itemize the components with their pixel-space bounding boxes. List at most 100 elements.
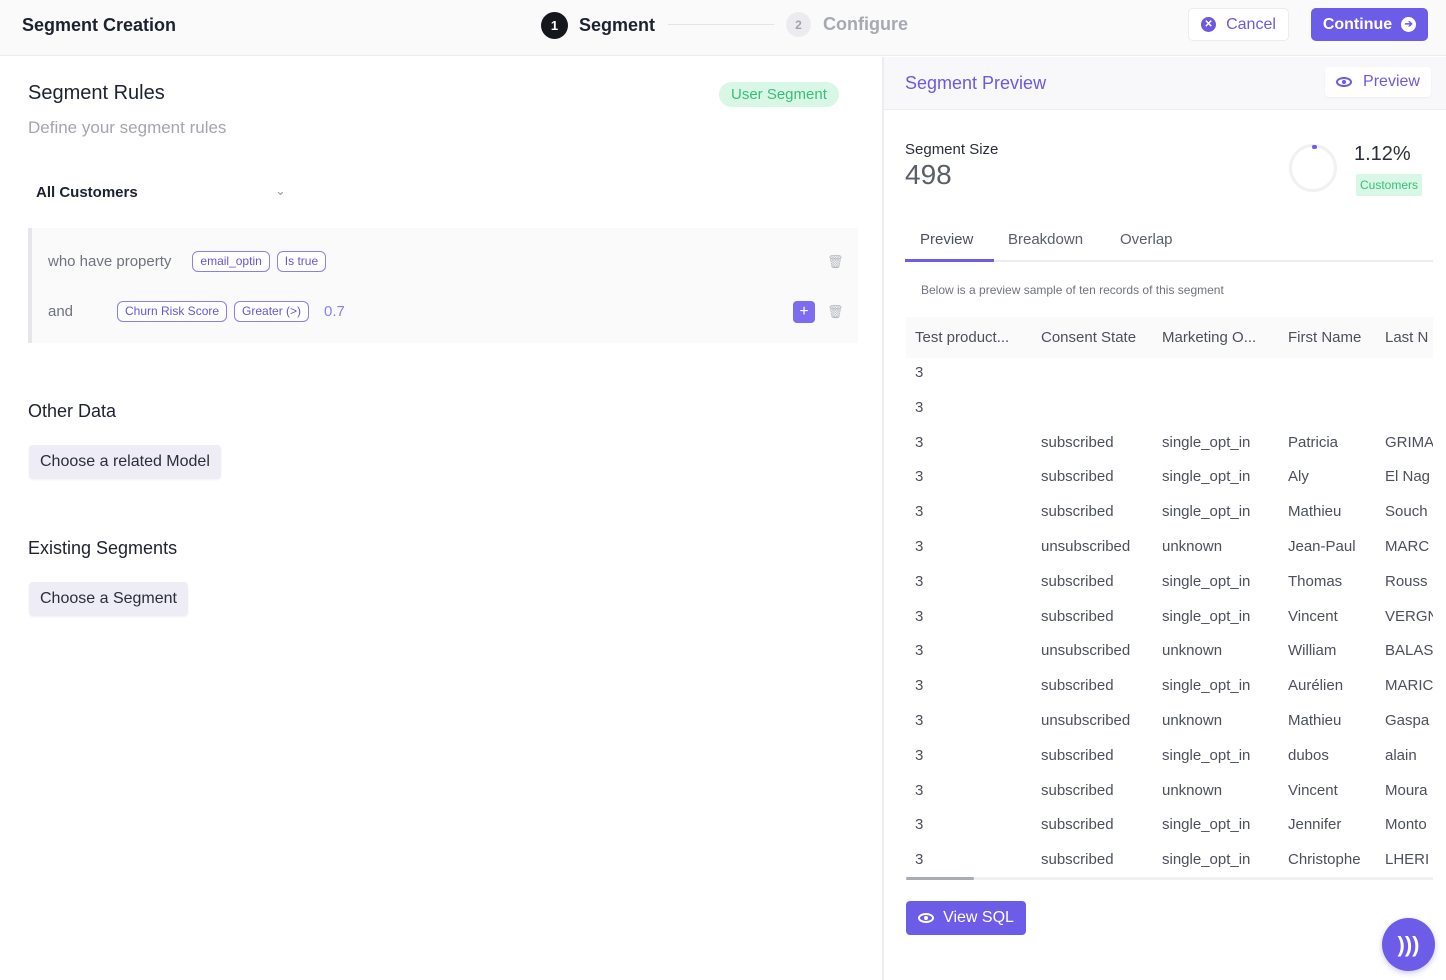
percent-ring-fill — [1312, 145, 1317, 149]
view-sql-label: View SQL — [943, 909, 1014, 926]
segment-type-badge: User Segment — [719, 82, 839, 107]
other-data-title: Other Data — [28, 401, 117, 421]
table-row[interactable]: 3 subscribed single_opt_in Thomas Rouss — [906, 567, 1433, 602]
chevron-down-icon[interactable]: ⌄ — [275, 183, 286, 199]
table-row[interactable]: 3 subscribed unknown Vincent Moura — [906, 776, 1433, 811]
continue-button[interactable]: Continue ➔ — [1311, 8, 1428, 41]
table-row[interactable]: 3 unsubscribed unknown Jean-Paul MARC — [906, 532, 1433, 567]
table-cell: 3 — [915, 468, 924, 486]
active-tab-indicator — [905, 259, 994, 262]
scrollbar-thumb[interactable] — [906, 877, 974, 880]
table-row[interactable]: 3 subscribed single_opt_in Patricia GRIMA — [906, 428, 1433, 463]
column-header[interactable]: Last N — [1385, 329, 1428, 346]
table-row[interactable]: 3 subscribed single_opt_in Vincent VERGN — [906, 602, 1433, 637]
trash-icon[interactable]: 🗑 — [827, 304, 844, 320]
table-cell: single_opt_in — [1162, 607, 1251, 625]
tab-breakdown[interactable]: Breakdown — [1008, 231, 1083, 248]
table-cell: Mathieu — [1288, 503, 1342, 521]
continue-label: Continue — [1322, 15, 1393, 33]
rule-property-chip[interactable]: Churn Risk Score — [117, 301, 228, 322]
table-cell: Aurélien — [1288, 677, 1344, 695]
table-cell: unknown — [1162, 642, 1223, 660]
table-cell: Rouss — [1385, 572, 1428, 590]
waves-icon[interactable]: ))) — [1382, 918, 1435, 971]
table-cell: Gaspa — [1385, 712, 1430, 729]
step-number: 2 — [786, 12, 811, 37]
column-header[interactable]: Test product... — [915, 329, 1009, 346]
table-cell: Vincent — [1288, 607, 1338, 625]
table-row[interactable]: 3 subscribed single_opt_in Aly El Nag — [906, 462, 1433, 497]
table-cell: 3 — [915, 503, 924, 521]
table-cell: subscribed — [1041, 503, 1114, 521]
section-title: Segment Rules — [28, 82, 165, 104]
app-title: Segment Creation — [22, 15, 177, 35]
segment-preview-panel: Segment Preview Preview Segment Size 498… — [884, 57, 1446, 980]
table-row[interactable]: 3 subscribed single_opt_in Christophe LHERI — [906, 845, 1433, 880]
table-cell: Christophe — [1288, 851, 1361, 869]
table-cell: Thomas — [1288, 572, 1343, 590]
segment-percent: 1.12% — [1354, 143, 1411, 165]
cancel-button[interactable]: ✕ Cancel — [1188, 8, 1289, 41]
preview-button[interactable]: Preview — [1325, 67, 1431, 97]
table-cell: 3 — [915, 364, 924, 381]
column-header[interactable]: Consent State — [1041, 329, 1136, 346]
table-cell: single_opt_in — [1162, 816, 1251, 834]
preview-header: Segment Preview Preview — [884, 57, 1446, 110]
table-cell: subscribed — [1041, 746, 1114, 764]
column-header[interactable]: Marketing O... — [1162, 329, 1256, 346]
choose-segment-button[interactable]: Choose a Segment — [29, 582, 188, 616]
rule-value[interactable]: 0.7 — [324, 303, 345, 320]
column-header[interactable]: First Name — [1288, 329, 1361, 346]
view-sql-button[interactable]: View SQL — [906, 901, 1026, 935]
table-row[interactable]: 3 subscribed single_opt_in Aurélien MARIC — [906, 671, 1433, 706]
tab-preview[interactable]: Preview — [920, 231, 973, 248]
percent-ring — [1289, 144, 1337, 192]
table-cell: Vincent — [1288, 781, 1338, 799]
rule-group: who have property email_optin Is true 🗑 … — [28, 228, 858, 343]
step-connector — [668, 24, 774, 25]
rule-operator-chip[interactable]: Is true — [276, 251, 327, 272]
rule-operator-chip[interactable]: Greater (>) — [234, 301, 310, 322]
rule-row: who have property email_optin Is true — [48, 251, 333, 272]
table-cell: 3 — [915, 642, 924, 660]
rule-property-chip[interactable]: email_optin — [192, 251, 270, 272]
table-cell: 3 — [915, 538, 924, 555]
step-label: Configure — [823, 14, 908, 34]
table-row[interactable]: 3 — [906, 393, 1433, 428]
table-row[interactable]: 3 subscribed single_opt_in dubos alain — [906, 741, 1433, 776]
table-cell: alain — [1385, 746, 1417, 764]
table-row[interactable]: 3 — [906, 358, 1433, 393]
table-cell: subscribed — [1041, 572, 1114, 590]
rule-label: who have property — [48, 253, 172, 270]
step-segment[interactable]: 1 Segment — [541, 12, 655, 39]
preview-title: Segment Preview — [905, 73, 1047, 93]
existing-segments-title: Existing Segments — [28, 538, 178, 558]
segment-size-value: 498 — [905, 159, 952, 190]
table-row[interactable]: 3 subscribed single_opt_in Jennifer Monto — [906, 810, 1433, 845]
arrow-right-circle-icon: ➔ — [1401, 17, 1417, 32]
table-row[interactable]: 3 unsubscribed unknown William BALAS — [906, 636, 1433, 671]
table-cell: Moura — [1385, 781, 1428, 799]
trash-icon[interactable]: 🗑 — [827, 254, 844, 270]
step-configure[interactable]: 2 Configure — [786, 12, 908, 37]
table-cell: 3 — [915, 572, 924, 590]
table-cell: 3 — [915, 851, 924, 869]
table-cell: 3 — [915, 816, 924, 834]
table-cell: 3 — [915, 433, 924, 451]
audience-select[interactable]: All Customers — [36, 184, 138, 201]
sample-note: Below is a preview sample of ten records… — [921, 283, 1224, 297]
table-cell: Souch — [1385, 503, 1428, 521]
table-cell: LHERI — [1385, 851, 1430, 869]
add-rule-button[interactable]: + — [793, 301, 815, 323]
table-cell: Jean-Paul — [1288, 538, 1356, 555]
horizontal-scrollbar[interactable] — [906, 877, 1433, 880]
cancel-label: Cancel — [1226, 15, 1276, 33]
table-cell: 3 — [915, 712, 924, 729]
tab-overlap[interactable]: Overlap — [1120, 231, 1173, 248]
table-cell: single_opt_in — [1162, 677, 1251, 695]
table-cell: 3 — [915, 746, 924, 764]
choose-related-model-button[interactable]: Choose a related Model — [29, 445, 221, 479]
table-cell: unsubscribed — [1041, 538, 1131, 555]
table-row[interactable]: 3 subscribed single_opt_in Mathieu Souch — [906, 497, 1433, 532]
table-row[interactable]: 3 unsubscribed unknown Mathieu Gaspa — [906, 706, 1433, 741]
